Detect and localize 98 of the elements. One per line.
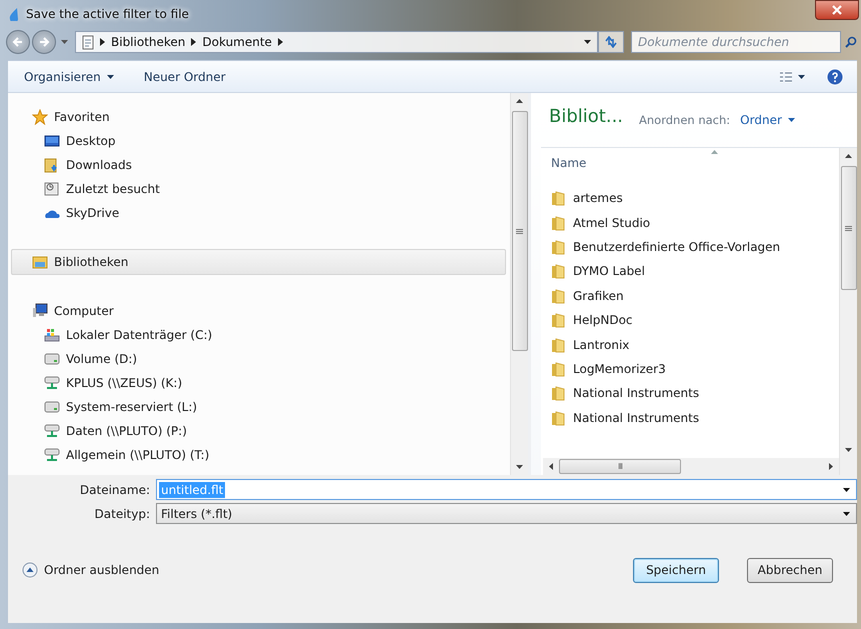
nav-item[interactable]: Lokaler Datenträger (C:) [8,323,510,347]
caret-icon [61,40,68,44]
drop-icon [8,7,20,21]
nav-item[interactable]: Daten (\\PLUTO) (P:) [8,419,510,443]
nav-item[interactable]: Computer [8,299,510,323]
grip-icon: III [618,462,622,470]
folder-icon [551,263,565,280]
up-arrow-icon [516,99,523,103]
drive-icon [44,351,60,367]
folder-icon [551,336,565,353]
left-arrow-icon [549,463,553,470]
file-type-dropdown[interactable]: Filters (*.flt) [156,503,857,524]
scrollbar[interactable] [839,148,857,475]
hide-folders-button[interactable]: Ordner ausblenden [22,562,160,578]
chevron-icon [191,38,196,46]
file-row[interactable]: DYMO Label [541,259,839,284]
file-row[interactable]: Atmel Studio [541,210,839,235]
computer-icon [32,303,48,319]
chevron-icon [100,38,105,46]
nav-item[interactable]: KPLUS (\\ZEUS) (K:) [8,371,510,395]
star-icon [32,109,48,125]
library-title: Bibliot... [549,106,624,126]
scrollbar[interactable] [510,93,528,475]
nav-item[interactable]: System-reserviert (L:) [8,395,510,419]
folder-icon [551,288,565,304]
file-row[interactable]: National Instruments [541,406,839,430]
chevron-icon [278,38,283,46]
nav-item[interactable]: Zuletzt besucht [8,177,510,201]
nav-item[interactable]: Desktop [8,129,510,153]
close-icon [832,5,842,15]
file-row[interactable]: HelpNDoc [541,308,839,332]
forward-arrow-icon [38,36,50,48]
column-header[interactable]: Name [541,148,831,178]
organize-menu[interactable]: Organisieren [24,64,114,88]
up-arrow-icon [845,154,852,158]
folder-icon [551,190,565,206]
drive-icon [44,399,60,415]
network-drive-icon [44,447,60,463]
folder-icon [551,385,565,402]
file-row[interactable]: artemes [541,186,839,210]
field-label: Dateityp: [94,506,151,520]
file-row[interactable]: Grafiken [541,284,839,308]
address-bar[interactable]: Bibliotheken Dokumente [75,31,598,53]
folder-icon [551,238,565,255]
help-icon [827,68,843,84]
folder-icon [551,214,565,231]
nav-item[interactable]: Favoriten [8,105,510,129]
caret-icon [106,74,114,78]
field-label: Dateiname: [78,482,151,496]
refresh-icon [604,36,618,48]
network-drive-icon [44,375,60,391]
window-title: Save the active filter to file [26,7,189,21]
down-arrow-icon [516,465,523,469]
grip-icon [516,228,523,234]
save-button[interactable]: Speichern [633,558,719,582]
file-row[interactable]: Benutzerdefinierte Office-Vorlagen [541,234,839,260]
library-icon [32,254,48,270]
search-field[interactable]: Dokumente durchsuchen [631,31,841,53]
monitor-icon [44,133,60,149]
forward-button[interactable] [32,30,56,54]
caret-icon [788,118,795,122]
scrollbar[interactable]: III [543,458,839,475]
nav-item[interactable]: Allgemein (\\PLUTO) (T:) [8,443,510,467]
nav-item[interactable]: Volume (D:) [8,347,510,371]
drive-icon [44,327,60,343]
back-arrow-icon [12,36,24,48]
breadcrumb[interactable]: Dokumente [202,35,272,49]
folder-icon [551,360,565,377]
nav-item[interactable]: Downloads [8,153,510,177]
caret-icon [584,40,591,44]
network-drive-icon [44,423,60,439]
caret-icon [843,488,850,492]
file-row[interactable]: Lantronix [541,332,839,357]
document-icon [82,34,94,50]
nav-item[interactable]: Bibliotheken [11,249,506,275]
clock-icon [44,181,60,197]
arrange-dropdown[interactable]: Ordner [740,113,795,127]
arrange-label: Anordnen nach: [639,113,730,127]
cancel-button[interactable]: Abbrechen [747,558,833,582]
breadcrumb[interactable]: Bibliotheken [111,35,186,49]
back-button[interactable] [6,30,30,54]
sort-caret-icon [711,150,718,154]
list-view-icon [780,72,792,82]
search-icon [845,36,857,48]
file-row[interactable]: LogMemorizer3 [541,356,839,382]
grip-icon [845,226,852,230]
folder-icon [551,312,565,328]
new-folder-button[interactable]: Neuer Ordner [144,64,226,88]
down-arrow-icon [845,448,852,452]
file-row[interactable]: National Instruments [541,381,839,406]
nav-item[interactable]: SkyDrive [8,201,510,225]
caret-icon [798,74,805,78]
refresh-button[interactable] [598,31,624,53]
collapse-icon [22,562,38,578]
close-button[interactable] [815,0,859,20]
caret-icon [843,512,850,516]
folder-icon [551,410,565,426]
right-arrow-icon [829,463,833,470]
